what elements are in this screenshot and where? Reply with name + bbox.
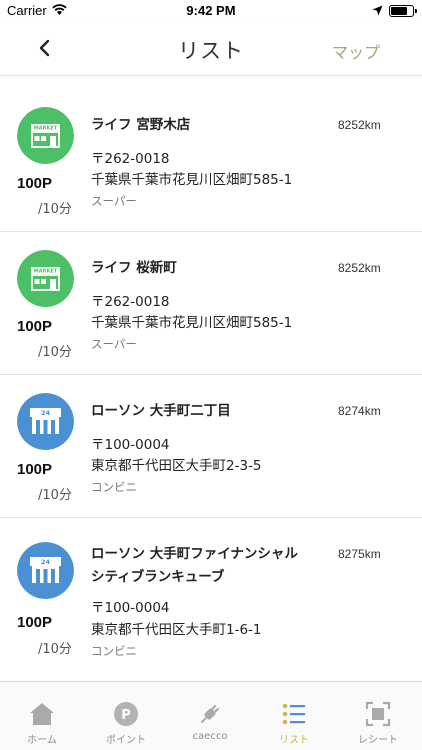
store-address: 千葉県千葉市花見川区畑町585-1 (91, 315, 293, 331)
supermarket-icon: MARKET (17, 107, 74, 164)
store-name: ローソン 大手町ファイナンシャルシティブランキューブ (91, 546, 298, 585)
store-address: 東京都千代田区大手町1-6-1 (91, 622, 262, 638)
tab-label: ホーム (27, 735, 57, 746)
svg-text:24: 24 (41, 558, 51, 566)
svg-text:MARKET: MARKET (34, 269, 58, 275)
tab-receipt[interactable]: レシート (336, 682, 420, 750)
store-zip: 〒100-0004 (91, 600, 170, 616)
home-icon (30, 703, 54, 725)
tab-label: リスト (279, 735, 309, 746)
tab-points[interactable]: P ポイント (84, 682, 168, 750)
battery-icon (389, 5, 417, 17)
points-interval: /10分 (38, 345, 72, 360)
clock-time: 9:42 PM (186, 3, 236, 18)
store-zip: 〒100-0004 (91, 437, 170, 453)
points-interval: /10分 (38, 202, 72, 217)
points-value: 100P (17, 461, 53, 478)
store-name: ライフ 宮野木店 (91, 117, 191, 133)
svg-text:P: P (121, 708, 131, 723)
store-category: スーパー (91, 337, 137, 351)
receipt-scan-icon (365, 701, 391, 727)
tab-label: レシート (358, 735, 398, 746)
store-list-item[interactable]: 24 100P /10分 ローソン 大手町二丁目 8274km 〒100-000… (0, 375, 422, 518)
svg-text:24: 24 (41, 409, 51, 417)
tab-label: ポイント (106, 735, 146, 746)
points-value: 100P (17, 318, 53, 335)
svg-text:MARKET: MARKET (34, 126, 58, 132)
store-list-item[interactable]: 24 100P /10分 ローソン 大手町ファイナンシャルシティブランキューブ … (0, 518, 422, 681)
store-address: 千葉県千葉市花見川区畑町585-1 (91, 172, 293, 188)
store-name: ローソン 大手町二丁目 (91, 403, 231, 419)
points-value: 100P (17, 175, 53, 192)
points-interval: /10分 (38, 488, 72, 503)
location-arrow-icon (372, 5, 383, 16)
store-distance: 8274km (338, 404, 381, 418)
tab-bar: ホーム P ポイント caecco リスト レシート (0, 681, 422, 750)
points-value: 100P (17, 614, 53, 631)
tab-label: caecco (192, 731, 228, 742)
store-list: MARKET 100P /10分 ライフ 宮野木店 8252km 〒262-00… (0, 89, 422, 681)
list-icon (282, 703, 305, 725)
store-list-item[interactable]: MARKET 100P /10分 ライフ 桜新町 8252km 〒262-001… (0, 232, 422, 375)
supermarket-icon: MARKET (17, 250, 74, 307)
store-distance: 8252km (338, 261, 381, 275)
store-address: 東京都千代田区大手町2-3-5 (91, 458, 262, 474)
store-zip: 〒262-0018 (91, 294, 170, 310)
store-name: ライフ 桜新町 (91, 260, 177, 276)
map-button[interactable]: マップ (332, 39, 380, 63)
store-category: コンビニ (91, 480, 137, 494)
store-category: コンビニ (91, 644, 137, 658)
plug-icon (200, 704, 220, 724)
points-icon: P (114, 702, 138, 726)
tab-list[interactable]: リスト (252, 682, 336, 750)
store-zip: 〒262-0018 (91, 151, 170, 167)
status-bar: Carrier 9:42 PM (0, 0, 422, 22)
convenience-store-icon: 24 (17, 542, 74, 599)
store-category: スーパー (91, 194, 137, 208)
convenience-store-icon: 24 (17, 393, 74, 450)
store-list-item[interactable]: MARKET 100P /10分 ライフ 宮野木店 8252km 〒262-00… (0, 89, 422, 232)
tab-home[interactable]: ホーム (0, 682, 84, 750)
store-distance: 8252km (338, 118, 381, 132)
points-interval: /10分 (38, 642, 72, 657)
navigation-bar: リスト マップ (0, 22, 422, 76)
store-distance: 8275km (338, 547, 381, 561)
tab-caecco[interactable]: caecco (168, 682, 252, 750)
